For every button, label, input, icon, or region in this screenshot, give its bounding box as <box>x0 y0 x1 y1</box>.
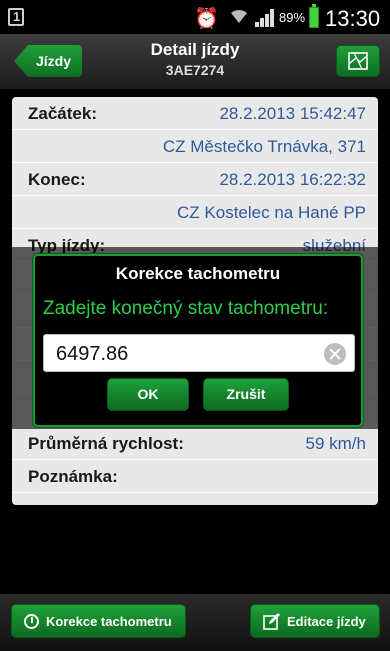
start-label: Začátek: <box>28 104 97 123</box>
edit-icon <box>263 613 280 630</box>
footer-bar: Korekce tachometru Editace jízdy <box>0 594 390 651</box>
app-header: Jízdy Detail jízdy 3AE7274 <box>0 34 390 90</box>
dialog-title: Korekce tachometru <box>115 264 281 283</box>
clear-icon[interactable] <box>324 343 346 365</box>
page-subtitle: 3AE7274 <box>165 62 225 78</box>
map-icon <box>348 52 368 70</box>
sim-icon <box>8 8 24 26</box>
row-start-place: CZ Městečko Trnávka, 371 <box>12 130 378 163</box>
cancel-button[interactable]: Zrušit <box>203 378 289 411</box>
avg-speed-value: 59 km/h <box>305 434 366 453</box>
end-time: 28.2.2013 16:22:32 <box>219 170 366 189</box>
row-end-place: CZ Kostelec na Hané PP <box>12 196 378 229</box>
tachometer-input-value: 6497.86 <box>56 343 129 365</box>
wifi-icon <box>229 7 249 30</box>
start-place: CZ Městečko Trnávka, 371 <box>162 137 366 156</box>
row-end: Konec: 28.2.2013 16:22:32 <box>12 163 378 196</box>
signal-icon <box>255 9 277 27</box>
tachometer-correction-dialog: Korekce tachometru Zadejte konečný stav … <box>33 254 363 427</box>
row-start: Začátek: 28.2.2013 15:42:47 <box>12 97 378 130</box>
map-button[interactable] <box>336 45 380 77</box>
page-title: Detail jízdy <box>150 40 240 59</box>
end-label: Konec: <box>28 170 86 189</box>
tachometer-correction-label: Korekce tachometru <box>46 614 172 629</box>
ok-button[interactable]: OK <box>107 378 189 411</box>
battery-icon <box>309 4 319 28</box>
dialog-message: Zadejte konečný stav tachometru: <box>43 298 329 319</box>
end-place: CZ Kostelec na Hané PP <box>177 203 366 222</box>
row-note: Poznámka: <box>12 460 378 493</box>
row-avg-speed: Průměrná rychlost: 59 km/h <box>12 427 378 460</box>
stopwatch-icon <box>24 614 39 629</box>
status-bar: ⏰ 89% 13:30 <box>0 0 390 34</box>
edit-trip-label: Editace jízdy <box>287 614 366 629</box>
alarm-icon: ⏰ <box>194 8 219 30</box>
edit-trip-button[interactable]: Editace jízdy <box>250 604 380 638</box>
avg-speed-label: Průměrná rychlost: <box>28 434 184 453</box>
clock: 13:30 <box>325 6 381 31</box>
tachometer-correction-button[interactable]: Korekce tachometru <box>11 604 186 638</box>
note-label: Poznámka: <box>28 467 118 486</box>
battery-percent: 89% <box>279 10 306 25</box>
tachometer-input[interactable]: 6497.86 <box>43 334 355 372</box>
start-time: 28.2.2013 15:42:47 <box>219 104 366 123</box>
